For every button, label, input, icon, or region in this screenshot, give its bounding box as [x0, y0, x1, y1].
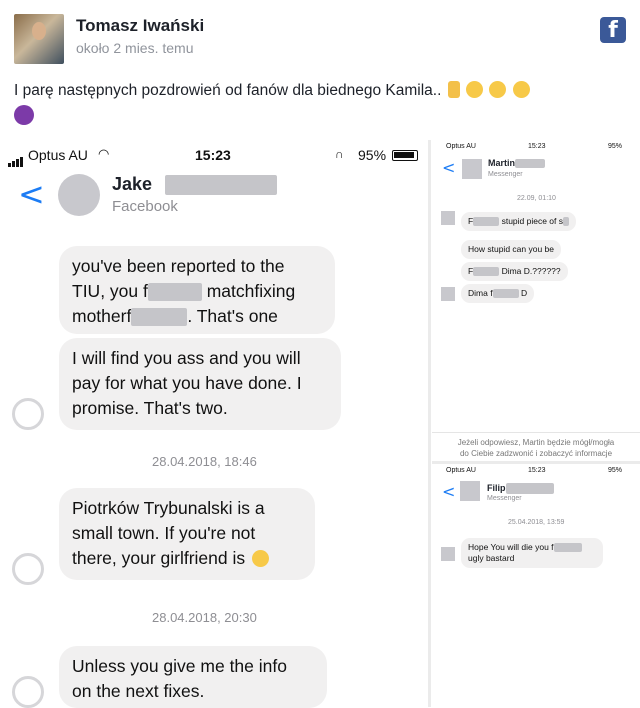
redaction: [563, 217, 570, 227]
signal-icon: [8, 151, 24, 167]
message-line: Hope You will die you f: [468, 542, 554, 552]
divider: [432, 432, 640, 433]
battery-icon: [392, 150, 418, 161]
post-text-content: I parę następnych pozdrowień od fanów dl…: [14, 82, 442, 99]
sender-avatar: [441, 287, 455, 301]
timestamp: 25.04.2018, 13:59: [508, 519, 565, 526]
divider: [432, 461, 640, 464]
status-bar: Optus AU 15:23 95%: [436, 467, 636, 477]
message-line: D: [520, 288, 528, 298]
message-line: motherf: [72, 306, 132, 326]
redaction: [492, 289, 519, 299]
contact-sub: Messenger: [487, 495, 522, 502]
status-bar: Optus AU 15:23 95%: [436, 143, 636, 153]
message-line: I will find you ass and you will: [72, 348, 301, 368]
contact-avatar[interactable]: [58, 174, 100, 216]
redaction: [131, 308, 188, 327]
message-bubble[interactable]: Unless you give me the info on the next …: [59, 646, 327, 708]
message-line: How stupid can you be: [468, 244, 554, 254]
message-bubble[interactable]: Hope You will die you f ugly bastard: [461, 538, 603, 568]
battery-percent: 95%: [608, 143, 623, 150]
message-bubble[interactable]: Dima f D: [461, 284, 535, 303]
flushed-emoji-icon: [466, 81, 484, 98]
redaction: [147, 283, 202, 302]
sweat-smile-emoji-icon: [512, 81, 530, 98]
message-line: pay for what you have done. I: [72, 373, 302, 393]
message-line: matchfixing: [201, 281, 296, 301]
contact-sub: Messenger: [488, 171, 523, 178]
reply-notice-line: do Ciebie zadzwonić i zobaczyć informacj…: [459, 449, 613, 458]
devil-emoji-icon: [14, 105, 34, 125]
message-line: . That's one: [187, 306, 278, 326]
timestamp: 22.09, 01:10: [517, 195, 556, 202]
redaction: [553, 543, 582, 553]
thumb-emoji-icon: [447, 81, 460, 98]
redaction: [165, 175, 278, 196]
redaction: [505, 483, 554, 495]
message-line: Dima f: [468, 288, 493, 298]
back-chevron-icon[interactable]: <: [442, 160, 455, 176]
thinking-emoji-icon: [489, 81, 507, 98]
contact-name-text: Jake: [112, 174, 153, 194]
back-chevron-icon[interactable]: <: [18, 178, 45, 210]
timestamp: 28.04.2018, 20:30: [152, 610, 257, 625]
facebook-icon[interactable]: f: [600, 17, 626, 43]
reply-notice: Jeżeli odpowiesz, Martin będzie mógł/mog…: [432, 437, 640, 459]
back-chevron-icon[interactable]: <: [442, 484, 455, 500]
wifi-icon: ◠: [98, 146, 110, 161]
contact-name-text: Filip: [487, 483, 506, 493]
redaction: [515, 159, 545, 169]
message-bubble[interactable]: Piotrków Trybunalski is a small town. If…: [59, 488, 315, 580]
contact-name-text: Martin: [488, 158, 515, 168]
author-avatar[interactable]: [14, 14, 64, 64]
post-time[interactable]: około 2 mies. temu: [76, 40, 194, 56]
battery-percent: 95%: [358, 147, 387, 163]
carrier: Optus AU: [446, 467, 476, 474]
message-line: stupid piece of s: [501, 216, 564, 226]
message-line: TIU, you f: [72, 281, 148, 301]
message-line: ugly bastard: [468, 553, 515, 563]
message-line: Piotrków Trybunalski is a: [72, 498, 265, 518]
clock: 15:23: [195, 147, 231, 163]
divider: [428, 140, 431, 707]
carrier: Optus AU: [446, 143, 476, 150]
wink-emoji-icon: [252, 550, 270, 567]
sender-avatar: [12, 553, 44, 585]
author-name[interactable]: Tomasz Iwański: [76, 16, 204, 36]
contact-name[interactable]: Jake: [112, 174, 278, 196]
message-bubble[interactable]: F stupid piece of s: [461, 212, 577, 231]
reply-notice-line: Jeżeli odpowiesz, Martin będzie mógł/mog…: [457, 438, 615, 447]
battery-percent: 95%: [608, 467, 623, 474]
carrier: Optus AU: [28, 147, 88, 163]
sender-avatar: [12, 398, 44, 430]
clock: 15:23: [528, 467, 546, 474]
message-line: there, your girlfriend is: [72, 548, 246, 568]
message-bubble[interactable]: I will find you ass and you will pay for…: [59, 338, 341, 430]
message-bubble[interactable]: you've been reported to the TIU, you f m…: [59, 246, 335, 334]
contact-name[interactable]: Filip: [487, 483, 554, 495]
sender-avatar: [441, 547, 455, 561]
message-bubble[interactable]: How stupid can you be: [461, 240, 561, 259]
contact-avatar[interactable]: [462, 159, 482, 179]
message-line: on the next fixes.: [72, 681, 205, 701]
message-line: you've been reported to the: [72, 256, 285, 276]
message-line: small town. If you're not: [72, 523, 256, 543]
message-line: promise. That's two.: [72, 398, 228, 418]
message-line: Dima D.??????: [501, 266, 561, 276]
timestamp: 28.04.2018, 18:46: [152, 454, 257, 469]
message-bubble[interactable]: F Dima D.??????: [461, 262, 568, 281]
contact-sub: Facebook: [112, 198, 178, 215]
sender-avatar: [441, 211, 455, 225]
post-header: Tomasz Iwański około 2 mies. temu f: [0, 0, 640, 70]
sender-avatar: [12, 676, 44, 708]
message-line: Unless you give me the info: [72, 656, 287, 676]
post-text: I parę następnych pozdrowień od fanów dl…: [14, 80, 634, 125]
redaction: [473, 267, 500, 277]
status-bar: Optus AU ◠ 15:23 ∩ 95%: [0, 146, 428, 167]
contact-avatar[interactable]: [460, 481, 480, 501]
redaction: [473, 217, 500, 227]
contact-name[interactable]: Martin: [488, 158, 545, 169]
clock: 15:23: [528, 143, 546, 150]
headphones-icon: ∩: [335, 147, 344, 161]
